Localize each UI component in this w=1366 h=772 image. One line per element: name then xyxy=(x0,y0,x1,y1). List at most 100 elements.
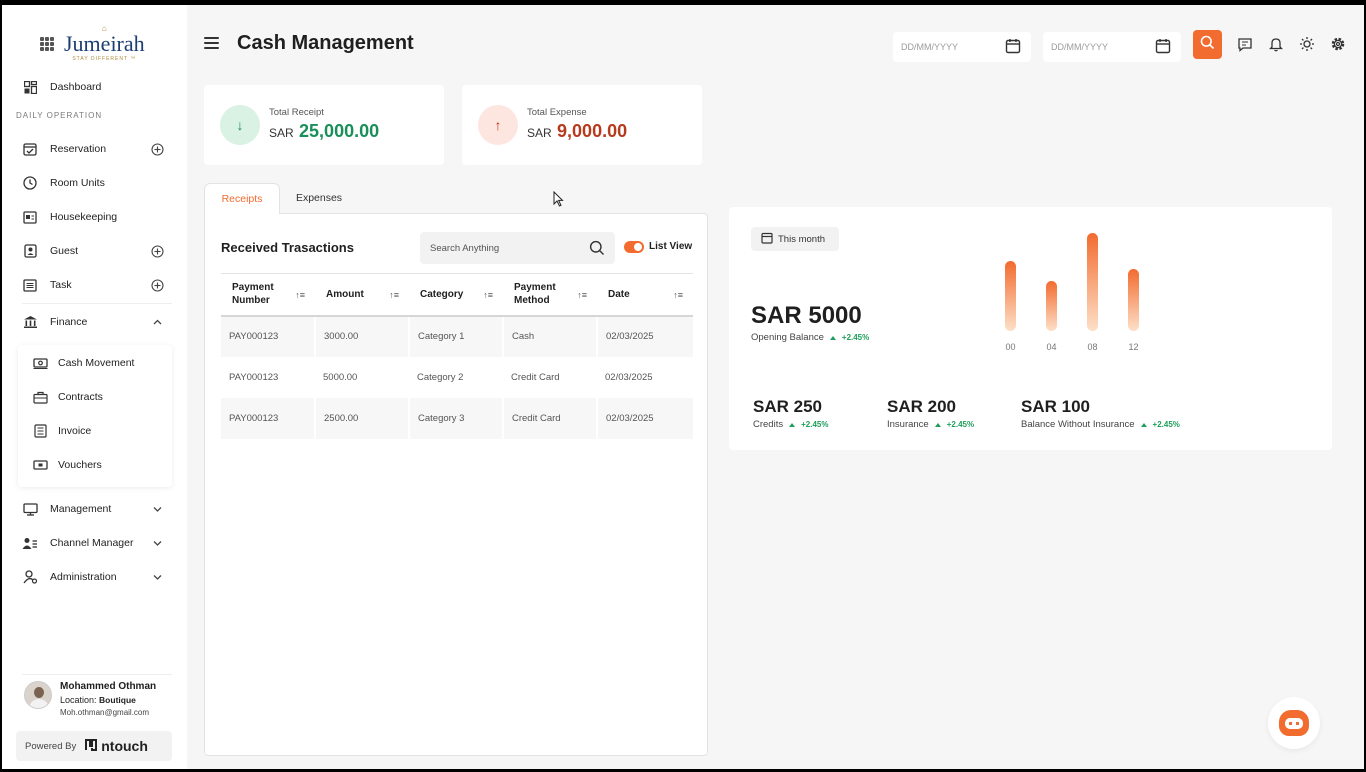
chart-bar xyxy=(1087,233,1098,331)
cell-amount: 2500.00 xyxy=(315,397,410,439)
sidebar-item-dashboard[interactable]: Dashboard xyxy=(22,76,172,98)
logo-name: Jumeirah xyxy=(64,31,145,56)
transactions-title: Received Trasactions xyxy=(221,240,354,255)
trend-badge: +2.45% xyxy=(934,420,975,429)
user-info: Mohammed Othman Location: Boutique Moh.o… xyxy=(60,681,156,717)
cell-category: Category 3 xyxy=(409,397,504,439)
opening-balance-label: Opening Balance xyxy=(751,332,824,343)
sort-icon[interactable]: ↑≡ xyxy=(389,289,399,302)
bell-icon[interactable] xyxy=(1267,35,1285,53)
gear-icon[interactable] xyxy=(1329,35,1347,53)
chevron-up-icon[interactable] xyxy=(150,315,164,329)
column-header-amount[interactable]: Amount ↑≡ xyxy=(315,273,409,317)
column-header-line: Amount xyxy=(326,288,364,300)
balance-without-insurance-label: Balance Without Insurance xyxy=(1021,419,1135,430)
submenu-item-invoice[interactable]: Invoice xyxy=(32,421,91,441)
tab-expenses[interactable]: Expenses xyxy=(282,183,356,213)
search-icon[interactable] xyxy=(589,240,605,261)
calendar-icon[interactable] xyxy=(1155,38,1171,56)
add-reservation-icon[interactable] xyxy=(150,142,164,156)
sidebar-item-label: Reservation xyxy=(50,143,107,155)
total-expense-card: ↑ Total Expense SAR 9,000.00 xyxy=(462,85,702,165)
column-header-date[interactable]: Date ↑≡ xyxy=(597,273,693,317)
add-guest-icon[interactable] xyxy=(150,244,164,258)
apps-grid-icon[interactable] xyxy=(40,36,54,51)
submenu-item-label: Invoice xyxy=(58,425,92,437)
sidebar-item-label: Finance xyxy=(50,316,88,328)
sort-icon[interactable]: ↑≡ xyxy=(295,289,305,302)
chart-x-tick-label: 04 xyxy=(1046,342,1056,352)
submenu-item-vouchers[interactable]: Vouchers xyxy=(32,455,102,475)
id-card-icon xyxy=(22,209,38,225)
sidebar-item-guest[interactable]: Guest xyxy=(22,240,172,262)
list-view-toggle[interactable] xyxy=(624,241,644,253)
finance-submenu: Cash Movement Contracts Invoice Vouchers xyxy=(18,345,172,487)
cash-icon xyxy=(32,355,48,371)
header-search-button[interactable] xyxy=(1193,30,1222,59)
chatbot-assistant-button[interactable] xyxy=(1268,697,1320,749)
sidebar-divider xyxy=(22,303,172,304)
column-header-payment-method[interactable]: Payment Method ↑≡ xyxy=(503,273,597,317)
robot-icon xyxy=(1279,710,1309,736)
cell-payment-method: Credit Card xyxy=(503,397,598,439)
sidebar-item-task[interactable]: Task xyxy=(22,274,172,296)
column-header-line: Method xyxy=(514,295,550,307)
sidebar-item-finance[interactable]: Finance xyxy=(22,311,172,333)
sort-icon[interactable]: ↑≡ xyxy=(577,289,587,302)
trend-value: +2.45% xyxy=(946,420,975,429)
table-row[interactable]: PAY000123 5000.00 Category 2 Credit Card… xyxy=(221,357,693,398)
column-header-line: Date xyxy=(608,288,630,300)
chevron-down-icon[interactable] xyxy=(150,502,164,516)
sort-icon[interactable]: ↑≡ xyxy=(483,289,493,302)
opening-balance-value: SAR 5000 xyxy=(751,302,862,329)
submenu-item-label: Cash Movement xyxy=(58,357,135,369)
list-view-label: List View xyxy=(649,241,693,252)
column-header-payment-number[interactable]: Payment Number ↑≡ xyxy=(221,273,315,317)
message-icon[interactable] xyxy=(1236,35,1254,53)
submenu-item-label: Vouchers xyxy=(58,459,102,471)
sort-icon[interactable]: ↑≡ xyxy=(673,289,683,302)
chevron-down-icon[interactable] xyxy=(150,536,164,550)
date-from-field[interactable]: DD/MM/YYYY xyxy=(893,32,1031,62)
search-icon xyxy=(1200,35,1215,55)
transactions-table: Payment Number ↑≡ Amount ↑≡ Category ↑≡ Paym… xyxy=(221,273,693,439)
tab-receipts[interactable]: Receipts xyxy=(204,183,280,214)
chevron-down-icon[interactable] xyxy=(150,570,164,584)
total-receipt-label: Total Receipt xyxy=(269,107,324,118)
table-row[interactable]: PAY000123 2500.00 Category 3 Credit Card… xyxy=(221,397,693,439)
total-receipt-card: ↓ Total Receipt SAR 25,000.00 xyxy=(204,85,444,165)
sidebar-item-label: Channel Manager xyxy=(50,537,134,549)
cell-payment-number: PAY000123 xyxy=(221,397,316,439)
ntouch-mark-icon xyxy=(84,738,98,755)
user-location-label: Location: xyxy=(60,695,97,705)
submenu-item-contracts[interactable]: Contracts xyxy=(32,387,103,407)
ntouch-brand-text: ntouch xyxy=(101,738,148,754)
sidebar-item-management[interactable]: Management xyxy=(22,498,172,520)
cell-date: 02/03/2025 xyxy=(605,371,653,383)
date-to-field[interactable]: DD/MM/YYYY xyxy=(1043,32,1181,62)
jumeirah-logo[interactable]: ⌂ Jumeirah STAY DIFFERENT ™ xyxy=(64,25,145,63)
cell-amount: 3000.00 xyxy=(315,315,410,357)
add-task-icon[interactable] xyxy=(150,278,164,292)
table-row[interactable]: PAY000123 3000.00 Category 1 Cash 02/03/… xyxy=(221,315,693,357)
column-header-category[interactable]: Category ↑≡ xyxy=(409,273,503,317)
sidebar-item-channel-manager[interactable]: Channel Manager xyxy=(22,532,172,554)
sun-theme-icon[interactable] xyxy=(1298,35,1316,53)
user-profile[interactable]: Mohammed Othman Location: Boutique Moh.o… xyxy=(24,681,156,717)
total-receipt-value: SAR 25,000.00 xyxy=(269,121,379,142)
sidebar-item-label: Guest xyxy=(50,245,79,257)
trend-up-icon xyxy=(934,422,941,427)
search-input[interactable] xyxy=(420,232,615,264)
period-selector[interactable]: This month xyxy=(751,227,839,251)
calendar-icon[interactable] xyxy=(1005,38,1021,56)
sidebar-item-reservation[interactable]: Reservation xyxy=(22,138,172,160)
sidebar-item-room-units[interactable]: Room Units xyxy=(22,172,172,194)
opening-balance-label-row: Opening Balance +2.45% xyxy=(751,332,869,343)
sidebar-item-housekeeping[interactable]: Housekeeping xyxy=(22,206,172,228)
trend-badge: +2.45% xyxy=(829,333,869,342)
column-header-line: Category xyxy=(420,288,464,300)
sidebar-item-administration[interactable]: Administration xyxy=(22,566,172,588)
submenu-item-cash-movement[interactable]: Cash Movement xyxy=(32,353,134,373)
hamburger-menu-icon[interactable] xyxy=(204,37,219,49)
date-from-placeholder: DD/MM/YYYY xyxy=(901,42,959,52)
